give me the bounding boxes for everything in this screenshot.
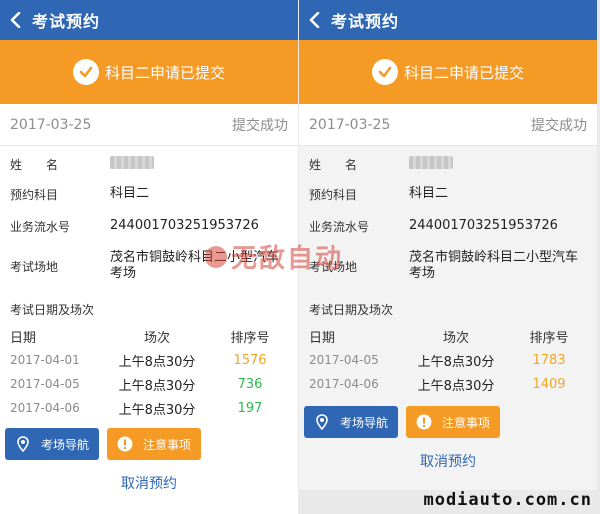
name-row: 姓 名 (10, 156, 288, 186)
exam-site-nav-button[interactable]: 考场导航 (304, 406, 398, 438)
exam-site-nav-label: 考场导航 (339, 415, 388, 430)
submission-row: 2017-03-25 提交成功 (299, 104, 597, 146)
exclamation-icon (416, 414, 432, 430)
row-session: 上午8点30分 (417, 354, 495, 370)
table-row: 2017-04-06 上午8点30分 1409 (299, 372, 597, 396)
site-label: 考试场地 (10, 260, 59, 274)
name-row: 姓 名 (309, 156, 587, 186)
banner-text: 科目二申请已提交 (104, 63, 225, 82)
serial-label: 业务流水号 (10, 220, 71, 234)
name-label: 姓 名 (10, 158, 59, 172)
row-session: 上午8点30分 (118, 354, 196, 370)
check-circle-icon (371, 59, 398, 85)
row-rank: 1409 (532, 376, 566, 392)
date-header: 日期 (10, 330, 37, 346)
row-session: 上午8点30分 (118, 378, 196, 394)
date-header: 日期 (309, 330, 336, 346)
app-header: 考试预约 (299, 0, 597, 40)
schedule-table-header: 日期 场次 排序号 (299, 324, 597, 348)
rank-header: 排序号 (529, 330, 569, 346)
info-section: 姓 名 预约科目 科目二 业务流水号 244001703251953726 考试… (299, 146, 597, 324)
back-button[interactable] (299, 0, 331, 40)
table-row: 2017-04-05 上午8点30分 1783 (299, 348, 597, 372)
location-pin-icon (15, 436, 31, 452)
site-value-line1: 茂名市铜鼓岭科目二小型汽车 (409, 250, 579, 265)
cancel-booking-button[interactable]: 取消预约 (299, 442, 597, 480)
location-pin-icon (314, 414, 330, 430)
submission-status: 提交成功 (531, 117, 587, 134)
site-label: 考试场地 (309, 260, 358, 274)
info-section: 姓 名 预约科目 科目二 业务流水号 244001703251953726 考试… (0, 146, 298, 324)
schedule-row: 考试日期及场次 (309, 294, 587, 324)
table-row: 2017-04-06 上午8点30分 197 (0, 396, 298, 420)
row-date: 2017-04-06 (10, 401, 80, 415)
subject-row: 预约科目 科目二 (10, 186, 288, 218)
app-header: 考试预约 (0, 0, 298, 40)
row-session: 上午8点30分 (417, 378, 495, 394)
name-label: 姓 名 (309, 158, 358, 172)
subject-value: 科目二 (409, 186, 449, 201)
site-value-line2: 考场 (110, 266, 137, 281)
exclamation-icon (117, 436, 133, 452)
table-row: 2017-04-05 上午8点30分 736 (0, 372, 298, 396)
subject-value: 科目二 (110, 186, 150, 201)
chevron-left-icon (309, 12, 320, 28)
check-circle-icon (72, 59, 99, 85)
row-rank: 197 (237, 400, 263, 416)
submission-row: 2017-03-25 提交成功 (0, 104, 298, 146)
schedule-table-header: 日期 场次 排序号 (0, 324, 298, 348)
site-value-line2: 考场 (409, 266, 436, 281)
subject-label: 预约科目 (10, 188, 59, 202)
page-title: 考试预约 (32, 12, 101, 31)
subject-label: 预约科目 (309, 188, 358, 202)
submission-status: 提交成功 (232, 117, 288, 134)
serial-row: 业务流水号 244001703251953726 (309, 218, 587, 250)
exam-site-nav-button[interactable]: 考场导航 (5, 428, 99, 460)
notice-label: 注意事项 (441, 415, 490, 430)
schedule-label: 考试日期及场次 (309, 302, 394, 317)
row-rank: 1576 (233, 352, 267, 368)
session-header: 场次 (442, 330, 469, 346)
blurred-name (409, 156, 453, 169)
left-screen: 考试预约 科目二申请已提交 2017-03-25 提交成功 姓 名 预约科目 科… (0, 0, 298, 514)
row-rank: 736 (237, 376, 263, 392)
success-banner: 科目二申请已提交 (299, 40, 597, 104)
site-row: 考试场地 茂名市铜鼓岭科目二小型汽车 考场 (10, 250, 288, 294)
notice-label: 注意事项 (142, 437, 191, 452)
notice-button[interactable]: 注意事项 (107, 428, 201, 460)
table-row: 2017-04-01 上午8点30分 1576 (0, 348, 298, 372)
row-session: 上午8点30分 (118, 402, 196, 418)
cancel-booking-button[interactable]: 取消预约 (0, 464, 298, 502)
serial-value: 244001703251953726 (110, 218, 259, 233)
row-date: 2017-04-01 (10, 353, 80, 367)
schedule-label: 考试日期及场次 (10, 302, 95, 317)
row-date: 2017-04-05 (10, 377, 80, 391)
row-rank: 1783 (532, 352, 566, 368)
row-date: 2017-04-05 (309, 353, 379, 367)
action-buttons: 考场导航 注意事项 (299, 406, 597, 438)
serial-row: 业务流水号 244001703251953726 (10, 218, 288, 250)
chevron-left-icon (10, 12, 21, 28)
subject-row: 预约科目 科目二 (309, 186, 587, 218)
right-screen: 考试预约 科目二申请已提交 2017-03-25 提交成功 姓 名 预约科目 科… (299, 0, 597, 490)
action-buttons: 考场导航 注意事项 (0, 428, 298, 460)
success-banner: 科目二申请已提交 (0, 40, 298, 104)
exam-site-nav-label: 考场导航 (40, 437, 89, 452)
submission-date: 2017-03-25 (309, 116, 391, 133)
rank-header: 排序号 (230, 330, 270, 346)
banner-text: 科目二申请已提交 (403, 63, 524, 82)
site-value-line1: 茂名市铜鼓岭科目二小型汽车 (110, 250, 280, 265)
serial-label: 业务流水号 (309, 220, 370, 234)
row-date: 2017-04-06 (309, 377, 379, 391)
site-row: 考试场地 茂名市铜鼓岭科目二小型汽车 考场 (309, 250, 587, 294)
site-url: modiauto.com.cn (423, 490, 592, 510)
notice-button[interactable]: 注意事项 (406, 406, 500, 438)
serial-value: 244001703251953726 (409, 218, 558, 233)
back-button[interactable] (0, 0, 32, 40)
schedule-row: 考试日期及场次 (10, 294, 288, 324)
page-title: 考试预约 (331, 12, 400, 31)
blurred-name (110, 156, 154, 169)
submission-date: 2017-03-25 (10, 116, 92, 133)
session-header: 场次 (143, 330, 170, 346)
